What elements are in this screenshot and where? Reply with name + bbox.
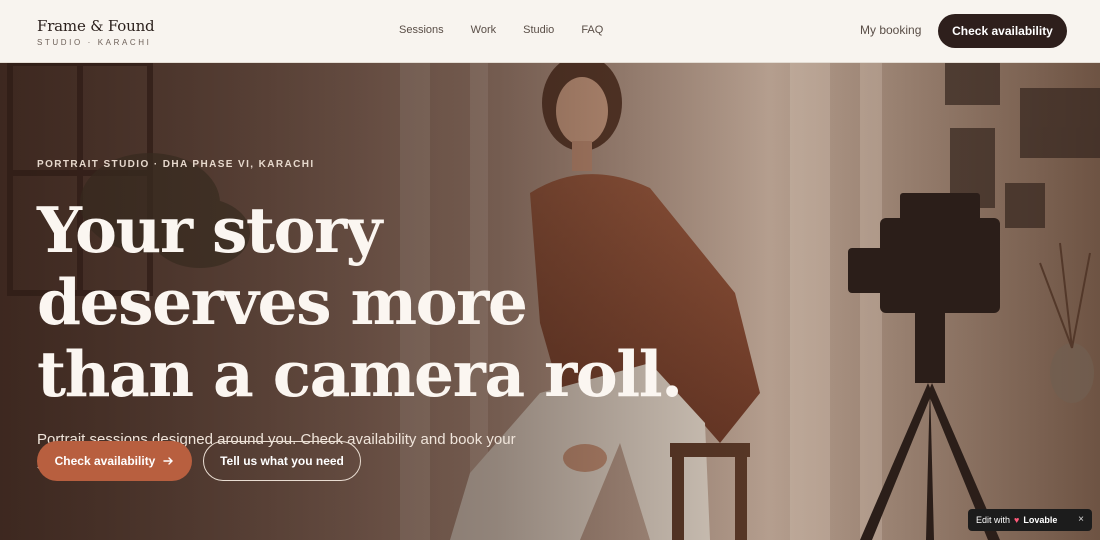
headline-line-3: than a camera roll. bbox=[37, 337, 683, 411]
hero-eyebrow: PORTRAIT STUDIO · DHA PHASE VI, KARACHI bbox=[37, 159, 315, 170]
brand-logo[interactable]: Frame & Found STUDIO · KARACHI bbox=[37, 17, 155, 47]
close-icon[interactable]: × bbox=[1078, 514, 1084, 525]
brand-subtitle: STUDIO · KARACHI bbox=[37, 38, 152, 47]
headline-line-2: deserves more bbox=[37, 265, 528, 339]
edit-with-lovable-badge[interactable]: Edit with ♥ Lovable × bbox=[968, 509, 1092, 531]
hero-check-availability-label: Check availability bbox=[54, 454, 156, 468]
brand-name: Frame & Found bbox=[37, 17, 155, 35]
arrow-right-icon bbox=[163, 457, 174, 465]
main-nav: Sessions Work Studio FAQ bbox=[399, 24, 603, 36]
headline-line-1: Your story bbox=[37, 193, 382, 267]
my-booking-link[interactable]: My booking bbox=[860, 23, 921, 37]
badge-prefix: Edit with bbox=[976, 515, 1011, 525]
nav-sessions[interactable]: Sessions bbox=[399, 24, 444, 36]
nav-studio[interactable]: Studio bbox=[523, 24, 554, 36]
hero-check-availability-button[interactable]: Check availability bbox=[37, 441, 192, 481]
nav-work[interactable]: Work bbox=[471, 24, 496, 36]
tell-us-what-you-need-button[interactable]: Tell us what you need bbox=[203, 441, 361, 481]
lovable-heart-icon: ♥ bbox=[1014, 515, 1020, 525]
badge-brand: Lovable bbox=[1023, 515, 1058, 525]
header-check-availability-button[interactable]: Check availability bbox=[938, 14, 1067, 48]
nav-faq[interactable]: FAQ bbox=[581, 24, 603, 36]
hero-headline: Your story deserves more than a camera r… bbox=[37, 194, 757, 410]
site-header: Frame & Found STUDIO · KARACHI Sessions … bbox=[0, 0, 1100, 63]
